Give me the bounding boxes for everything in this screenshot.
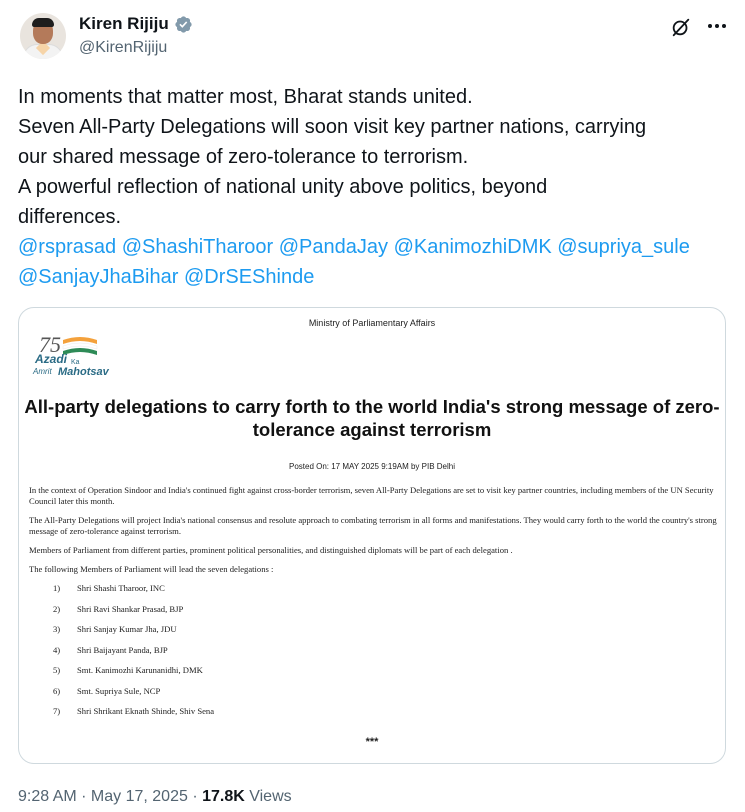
list-item: 4) Shri Baijayant Panda, BJP bbox=[53, 645, 717, 666]
document-title: All-party delegations to carry forth to … bbox=[19, 395, 725, 441]
logo-amrit: Amrit bbox=[33, 367, 52, 376]
delegate-name: Shri Sanjay Kumar Jha, JDU bbox=[77, 624, 177, 634]
mentions-line: @rsprasad @ShashiTharoor @PandaJay @Kani… bbox=[18, 232, 730, 262]
tweet-date[interactable]: May 17, 2025 bbox=[91, 788, 188, 805]
tweet-line: In moments that matter most, Bharat stan… bbox=[18, 86, 473, 108]
list-number: 2) bbox=[53, 603, 61, 614]
list-number: 3) bbox=[53, 624, 61, 634]
list-number: 6) bbox=[53, 685, 61, 696]
posted-on: Posted On: 17 MAY 2025 9:19AM by PIB Del… bbox=[288, 462, 456, 471]
list-item: 5) Smt. Kanimozhi Karunanidhi, DMK bbox=[53, 665, 717, 686]
list-number: 5) bbox=[53, 665, 61, 675]
delegate-name: Shri Shrikant Eknath Shinde, Shiv Sena bbox=[77, 706, 215, 716]
tweet-line: differences. bbox=[18, 206, 122, 228]
delegate-name: Shri Ravi Shankar Prasad, BJP bbox=[77, 603, 184, 614]
views-count[interactable]: 17.8K bbox=[202, 788, 245, 805]
list-number: 1) bbox=[53, 583, 61, 593]
separator: · bbox=[187, 788, 203, 805]
grok-icon[interactable] bbox=[670, 16, 692, 38]
document-paragraph: In the context of Operation Sindoor and … bbox=[29, 485, 714, 506]
delegate-name: Smt. Kanimozhi Karunanidhi, DMK bbox=[77, 665, 203, 675]
mentions-line: @SanjayJhaBihar @DrSEShinde bbox=[18, 262, 730, 292]
document-paragraph: The All-Party Delegations will project I… bbox=[29, 515, 717, 536]
verified-badge-icon bbox=[175, 15, 192, 33]
logo-azadi: Azadi bbox=[35, 352, 68, 366]
tweet-text: In moments that matter most, Bharat stan… bbox=[18, 82, 730, 292]
tweet-line: our shared message of zero-tolerance to … bbox=[18, 146, 469, 168]
attached-image[interactable]: Ministry of Parliamentary Affairs 75 Aza… bbox=[18, 307, 726, 764]
list-number: 7) bbox=[53, 706, 61, 716]
more-options-icon[interactable] bbox=[704, 14, 730, 38]
mention-link[interactable]: @PandaJay bbox=[279, 236, 388, 258]
list-item: 3) Shri Sanjay Kumar Jha, JDU bbox=[53, 624, 717, 645]
delegate-name: Smt. Supriya Sule, NCP bbox=[77, 685, 161, 696]
document-ellipsis: *** bbox=[365, 736, 379, 748]
mention-link[interactable]: @supriya_sule bbox=[557, 236, 690, 258]
list-item: 1) Shri Shashi Tharoor, INC bbox=[53, 583, 717, 604]
logo-ka: Ka bbox=[71, 359, 80, 366]
avatar[interactable] bbox=[20, 13, 66, 59]
views-label: Views bbox=[244, 788, 292, 805]
list-item: 7) Shri Shrikant Eknath Shinde, Shiv Sena bbox=[53, 706, 717, 727]
tweet-time[interactable]: 9:28 AM bbox=[18, 788, 77, 805]
mention-link[interactable]: @SanjayJhaBihar bbox=[18, 266, 178, 288]
document-paragraph: The following Members of Parliament will… bbox=[29, 564, 274, 574]
press-release-document: Ministry of Parliamentary Affairs 75 Aza… bbox=[19, 308, 725, 763]
tweet-metadata: 9:28 AM · May 17, 2025 · 17.8K Views bbox=[18, 788, 292, 806]
author-name-row: Kiren Rijiju bbox=[79, 14, 193, 34]
tweet-line: A powerful reflection of national unity … bbox=[18, 176, 548, 198]
tweet-line: Seven All-Party Delegations will soon vi… bbox=[18, 116, 647, 138]
list-item: 6) Smt. Supriya Sule, NCP bbox=[53, 686, 717, 707]
document-title-line: tolerance against terrorism bbox=[252, 419, 492, 440]
mention-link[interactable]: @DrSEShinde bbox=[184, 266, 314, 288]
list-item: 2) Shri Ravi Shankar Prasad, BJP bbox=[53, 604, 717, 625]
document-title-line: All-party delegations to carry forth to … bbox=[24, 396, 720, 417]
author-handle[interactable]: @KirenRijiju bbox=[79, 39, 167, 57]
delegate-name: Shri Baijayant Panda, BJP bbox=[77, 644, 168, 655]
author-display-name[interactable]: Kiren Rijiju bbox=[79, 14, 169, 34]
mention-link[interactable]: @KanimozhiDMK bbox=[394, 236, 552, 258]
delegates-list: 1) Shri Shashi Tharoor, INC 2) Shri Ravi S… bbox=[53, 583, 717, 727]
mention-link[interactable]: @rsprasad bbox=[18, 236, 116, 258]
separator: · bbox=[76, 788, 91, 805]
document-paragraph: Members of Parliament from different par… bbox=[29, 545, 513, 555]
ministry-name: Ministry of Parliamentary Affairs bbox=[308, 318, 436, 328]
mention-link[interactable]: @ShashiTharoor bbox=[122, 236, 273, 258]
document-body: In the context of Operation Sindoor and … bbox=[29, 485, 717, 727]
tweet-header: Kiren Rijiju @KirenRijiju bbox=[18, 10, 730, 70]
delegate-name: Shri Shashi Tharoor, INC bbox=[77, 583, 165, 593]
list-number: 4) bbox=[53, 644, 61, 655]
logo-mahotsav: Mahotsav bbox=[58, 366, 109, 378]
